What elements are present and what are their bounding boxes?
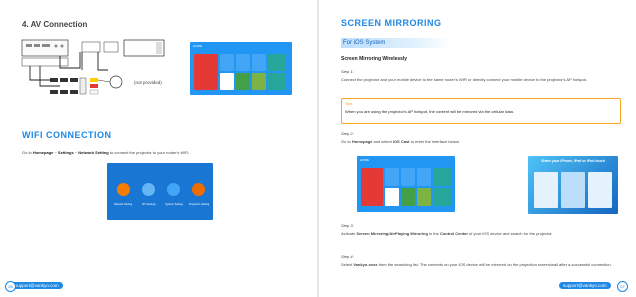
right-footer: support@vankyo.com 07 [559,281,629,292]
step1-text: Connect the projector and your mobile de… [341,77,588,82]
home-tile [252,73,266,90]
home-tile [433,188,451,206]
projection-settings-icon [192,183,205,196]
tips-text: When you are using the projector's AP ho… [345,109,515,114]
tips-box: Tips When you are using the projector's … [341,98,621,124]
phone-screenshot [561,172,585,208]
home-tile [433,168,451,186]
step2-text: Go to Homepage and select iOS Cast to en… [341,139,460,144]
home-screen-image: HOME [190,42,292,95]
ios-cast-home-screen: HOME [357,156,455,212]
gear-settings-icon [167,183,180,196]
page-number: 06 [5,281,16,292]
step2-label: Step 2: [341,131,354,136]
home-screen-header: HOME [360,158,369,162]
av-connection-title: 4. AV Connection [22,20,88,29]
section-heading: Screen Mirroring Wirelessly [341,56,408,62]
home-tile [417,188,431,206]
home-tile-large [361,168,383,206]
bluetooth-settings-icon [142,183,155,196]
step3-text: Activate Screen Mirroring/AirPlaying Mir… [341,231,553,236]
wifi-instructions: Go to Homepage ~ Settings ~ Network Sett… [22,150,190,155]
av-connection-diagram [21,39,165,95]
home-tile-large [194,54,218,90]
photo-caption: Share your iPhone, iPad or iPod touch [541,159,605,163]
home-screen-header: HOME [193,44,202,48]
step1-label: Step 1: [341,69,354,74]
home-tile [401,168,415,186]
home-tile [236,73,250,90]
step4-text: Select Vankyo-xxxx from the searching li… [341,262,612,267]
step4-label: Step 4: [341,254,354,259]
right-page: SCREEN MIRRORING For iOS System Screen M… [319,0,636,297]
screen-mirroring-title: SCREEN MIRRORING [341,18,442,28]
home-tile [401,188,415,206]
projector-side-icon [81,39,165,57]
home-tile [268,73,286,90]
home-tile [385,168,399,186]
phone-screenshot [534,172,558,208]
tips-label: Tips [345,101,353,106]
home-tile [236,54,250,71]
home-tile [385,188,399,206]
home-tile [220,54,234,71]
support-email: support@vankyo.com [559,282,611,289]
page-number: 07 [617,281,628,292]
home-tile [417,168,431,186]
phone-screenshot [588,172,612,208]
wifi-connection-title: WIFI CONNECTION [22,130,112,140]
left-page: 4. AV Connection (not provided) HOME WIF… [0,0,317,297]
support-email: support@vankyo.com [11,282,63,289]
rca-connectors-icon [50,75,123,95]
setting-label: BT Settings [142,203,156,206]
ios-mirror-guide-image: Share your iPhone, iPad or iPod touch [528,156,618,214]
setting-label: Projection Setting [188,203,210,206]
home-tile [220,73,234,90]
settings-screen-image: Network Setting BT Settings System Setti… [107,163,213,220]
setting-label: System Setting [165,203,183,206]
left-footer: support@vankyo.com 06 [5,281,65,292]
step3-label: Step 3: [341,223,354,228]
setting-label: Network Setting [113,203,133,206]
home-tile [268,54,286,71]
wifi-settings-icon [117,183,130,196]
home-tile [252,54,266,71]
ios-subtitle: For iOS System [343,39,386,46]
projector-back-icon [21,39,69,67]
not-provided-label: (not provided) [134,80,162,85]
